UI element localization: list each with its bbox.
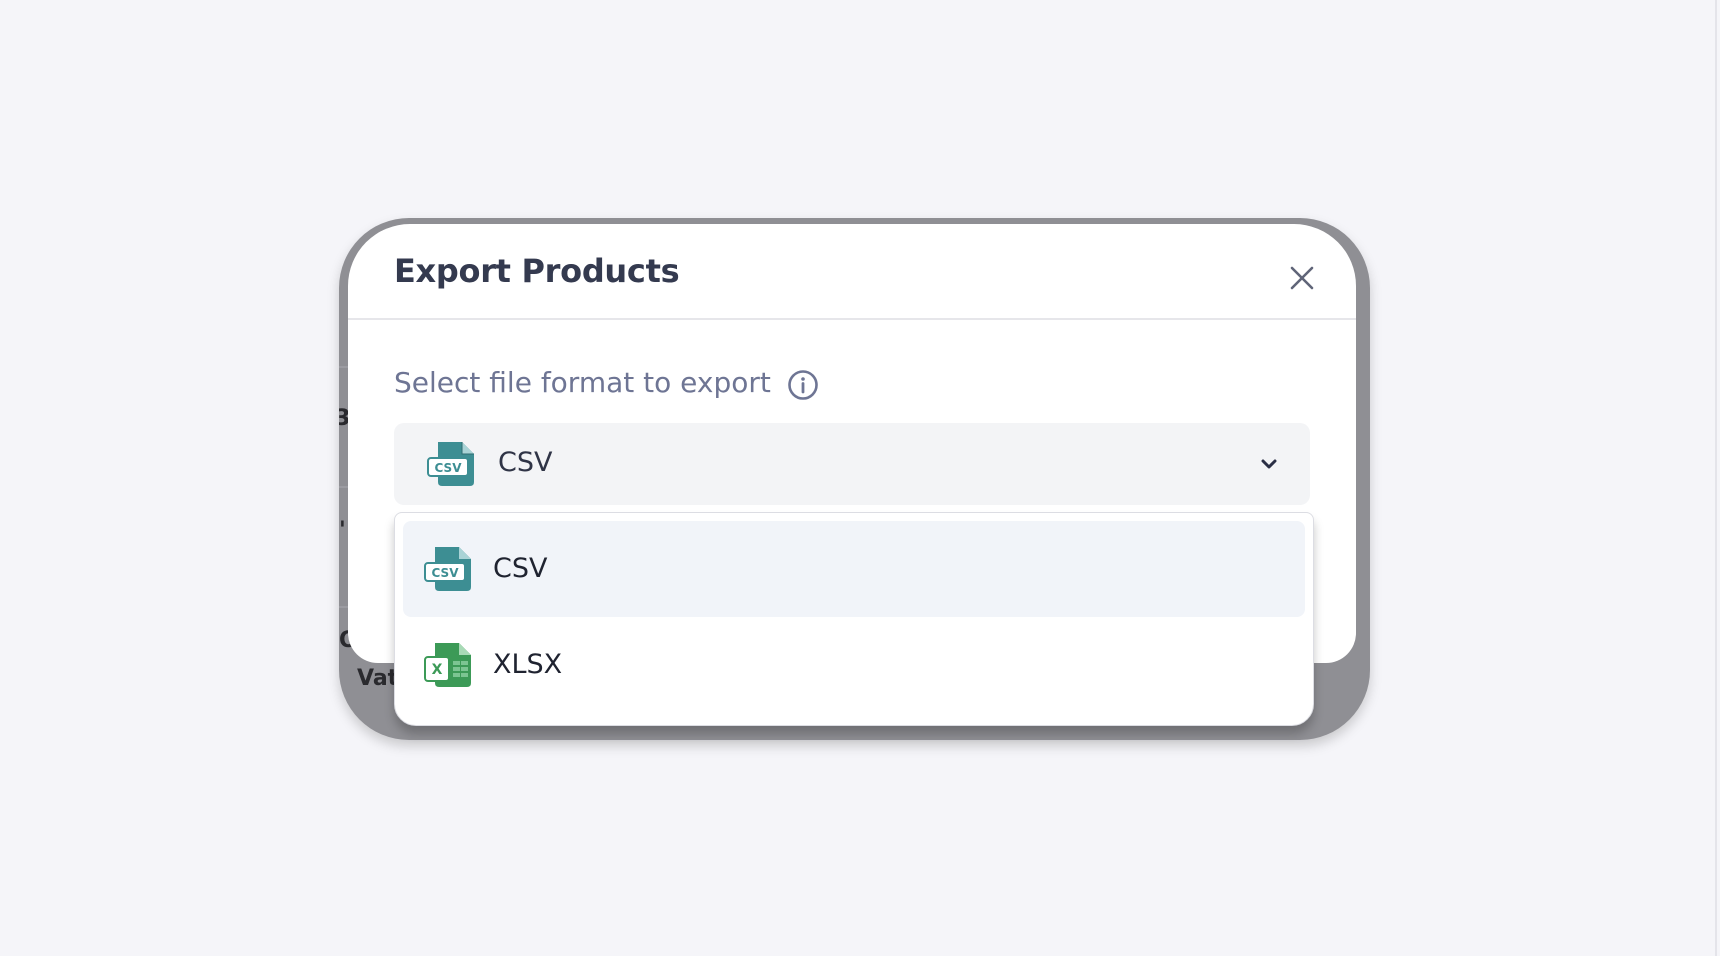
svg-text:CSV: CSV xyxy=(432,566,460,580)
background-text: ' xyxy=(339,518,346,543)
close-icon[interactable] xyxy=(1282,258,1322,298)
export-products-modal: Export Products Select file format to ex… xyxy=(348,224,1356,726)
option-csv[interactable]: CSV CSV xyxy=(403,521,1305,617)
option-xlsx[interactable]: X XLSX xyxy=(403,617,1305,713)
csv-file-icon: CSV xyxy=(427,442,474,486)
modal-header: Export Products xyxy=(348,224,1356,320)
xlsx-file-icon: X xyxy=(424,643,471,687)
page-edge xyxy=(1715,0,1717,956)
csv-file-icon: CSV xyxy=(424,547,471,591)
svg-text:CSV: CSV xyxy=(435,461,463,475)
svg-text:X: X xyxy=(432,662,443,678)
file-format-label: Select file format to export xyxy=(394,366,771,399)
option-label: CSV xyxy=(493,553,548,584)
background-text: Vat xyxy=(357,666,399,691)
close-button[interactable] xyxy=(1282,258,1322,298)
chevron-down-icon[interactable] xyxy=(1256,451,1282,477)
file-format-select[interactable]: CSV CSV xyxy=(394,423,1310,505)
selected-format-value: CSV xyxy=(498,447,553,478)
info-icon[interactable] xyxy=(786,368,820,402)
option-label: XLSX xyxy=(493,649,563,680)
modal-title: Export Products xyxy=(394,252,680,290)
file-format-dropdown-menu: CSV CSV X XLSX xyxy=(394,512,1314,726)
